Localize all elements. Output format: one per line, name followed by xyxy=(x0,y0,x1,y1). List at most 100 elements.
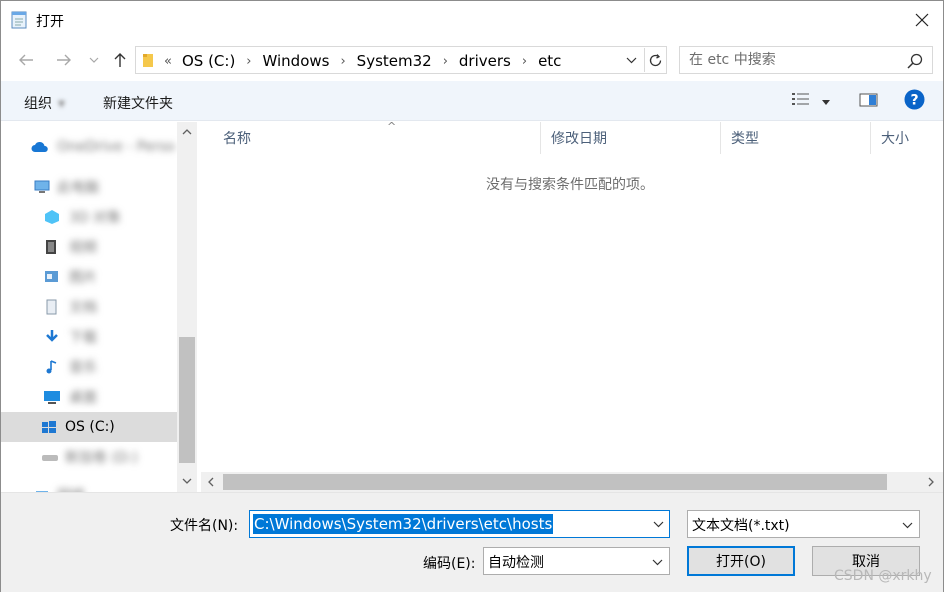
address-dropdown-button[interactable] xyxy=(622,50,640,70)
column-label: 修改日期 xyxy=(551,131,607,147)
tree-item-label: 音乐 xyxy=(69,360,97,376)
caret-down-icon xyxy=(822,100,830,105)
music-icon xyxy=(46,360,57,374)
back-button[interactable] xyxy=(15,49,37,71)
tree-item-pictures[interactable]: 图片 xyxy=(1,262,177,292)
encoding-dropdown-button[interactable] xyxy=(648,552,666,572)
desktop-icon xyxy=(44,391,60,404)
watermark: CSDN @xrkhy xyxy=(834,568,932,584)
chevron-down-icon: ▾ xyxy=(58,96,66,112)
open-button[interactable]: 打开(O) xyxy=(687,546,795,576)
filename-combobox[interactable]: C:\Windows\System32\drivers\etc\hosts xyxy=(249,510,670,538)
tree-item-label: 此电脑 xyxy=(57,180,99,196)
tree-item-this-pc[interactable]: 此电脑 xyxy=(1,172,177,202)
nav-pane-scrollbar[interactable] xyxy=(177,122,197,493)
details-view-icon xyxy=(792,93,809,105)
view-options-button[interactable] xyxy=(791,91,811,111)
view-dropdown-button[interactable] xyxy=(821,94,831,110)
cube-icon xyxy=(45,210,59,224)
encoding-select[interactable]: 自动检测 xyxy=(483,547,670,575)
picture-icon xyxy=(45,271,58,282)
arrow-up-icon xyxy=(114,53,126,67)
search-icon[interactable] xyxy=(906,52,924,70)
tree-item-drive-d[interactable]: 新加卷 (D:) xyxy=(1,442,177,472)
breadcrumb-item[interactable]: etc xyxy=(538,52,561,70)
windows-drive-icon xyxy=(42,421,56,433)
refresh-button[interactable] xyxy=(644,48,666,72)
chevron-right-icon[interactable]: › xyxy=(443,54,448,69)
tree-item-label: 视频 xyxy=(69,240,97,256)
filetype-dropdown-button[interactable] xyxy=(898,515,916,535)
scroll-down-icon[interactable] xyxy=(177,471,197,491)
close-button[interactable] xyxy=(899,1,944,39)
scroll-up-icon[interactable] xyxy=(177,122,197,142)
column-label: 类型 xyxy=(731,131,759,147)
breadcrumb-overflow[interactable]: « xyxy=(164,54,172,69)
tree-item-music[interactable]: 音乐 xyxy=(1,352,177,382)
recent-locations-button[interactable] xyxy=(87,49,101,71)
column-header-type[interactable]: 类型 xyxy=(721,122,871,154)
tree-item-desktop[interactable]: 桌面 xyxy=(1,382,177,412)
close-icon xyxy=(915,13,929,27)
svg-text:?: ? xyxy=(910,93,918,109)
chevron-right-icon[interactable]: › xyxy=(340,54,345,69)
filename-dropdown-button[interactable] xyxy=(649,514,667,534)
filename-input[interactable]: C:\Windows\System32\drivers\etc\hosts xyxy=(253,514,554,534)
tree-item-label: 图片 xyxy=(69,270,97,286)
computer-icon xyxy=(34,180,50,193)
download-icon xyxy=(46,330,58,342)
chevron-down-icon xyxy=(89,57,99,63)
window-title: 打开 xyxy=(36,14,64,30)
column-header-date[interactable]: 修改日期 xyxy=(541,122,721,154)
encoding-label: 编码(E): xyxy=(423,556,476,572)
forward-button[interactable] xyxy=(53,49,75,71)
scrollbar-thumb[interactable] xyxy=(223,474,887,490)
breadcrumb: « OS (C:) › Windows › System32 › drivers… xyxy=(164,51,561,71)
new-folder-button[interactable]: 新建文件夹 xyxy=(103,93,173,113)
tree-item-label: 桌面 xyxy=(69,390,97,406)
tree-item-label: OS (C:) xyxy=(65,419,115,435)
chevron-down-icon xyxy=(626,57,636,63)
filetype-value: 文本文档(*.txt) xyxy=(692,518,790,534)
tree-item-documents[interactable]: 文档 xyxy=(1,292,177,322)
column-label: 大小 xyxy=(881,131,909,147)
chevron-down-icon xyxy=(902,522,912,528)
filetype-select[interactable]: 文本文档(*.txt) xyxy=(687,510,920,538)
tree-item-label: 文档 xyxy=(69,300,97,316)
scrollbar-thumb[interactable] xyxy=(179,337,195,463)
command-bar: 组织 ▾ 新建文件夹 ? xyxy=(1,81,943,121)
search-box xyxy=(679,46,933,74)
chevron-right-icon[interactable]: › xyxy=(522,54,527,69)
navigation-bar: « OS (C:) › Windows › System32 › drivers… xyxy=(1,39,943,81)
file-list-hscrollbar[interactable] xyxy=(201,472,943,492)
tree-item-label: 新加卷 (D:) xyxy=(65,450,138,466)
chevron-right-icon[interactable]: › xyxy=(246,54,251,69)
tree-item-downloads[interactable]: 下载 xyxy=(1,322,177,352)
up-button[interactable] xyxy=(109,49,131,71)
tree-item-videos[interactable]: 视频 xyxy=(1,232,177,262)
chevron-down-icon xyxy=(653,521,663,527)
empty-message: 没有与搜索条件匹配的项。 xyxy=(486,177,654,193)
drive-icon xyxy=(42,455,58,461)
address-bar[interactable]: « OS (C:) › Windows › System32 › drivers… xyxy=(135,46,667,74)
scroll-right-icon[interactable] xyxy=(921,472,941,492)
help-button[interactable]: ? xyxy=(904,89,925,114)
breadcrumb-item[interactable]: Windows xyxy=(263,52,330,70)
preview-pane-button[interactable] xyxy=(859,92,878,112)
breadcrumb-item[interactable]: drivers xyxy=(459,52,511,70)
organize-menu[interactable]: 组织 ▾ xyxy=(24,93,65,113)
tree-item-onedrive[interactable]: OneDrive - Perso xyxy=(1,132,177,162)
tree-item-os-c[interactable]: OS (C:) xyxy=(1,412,177,442)
title-bar: 打开 xyxy=(1,1,943,39)
scroll-left-icon[interactable] xyxy=(201,472,221,492)
chevron-down-icon xyxy=(652,559,662,565)
filename-label: 文件名(N): xyxy=(170,518,239,534)
tree-item-3d-objects[interactable]: 3D 对象 xyxy=(1,202,177,232)
column-header-size[interactable]: 大小 xyxy=(871,122,943,154)
tree-item-label: 3D 对象 xyxy=(69,210,122,226)
breadcrumb-item[interactable]: System32 xyxy=(357,52,432,70)
search-input[interactable] xyxy=(680,47,900,73)
sort-ascending-icon: ^ xyxy=(387,120,397,133)
column-header-name[interactable]: 名称 ^ xyxy=(213,120,541,154)
breadcrumb-item[interactable]: OS (C:) xyxy=(182,52,235,70)
